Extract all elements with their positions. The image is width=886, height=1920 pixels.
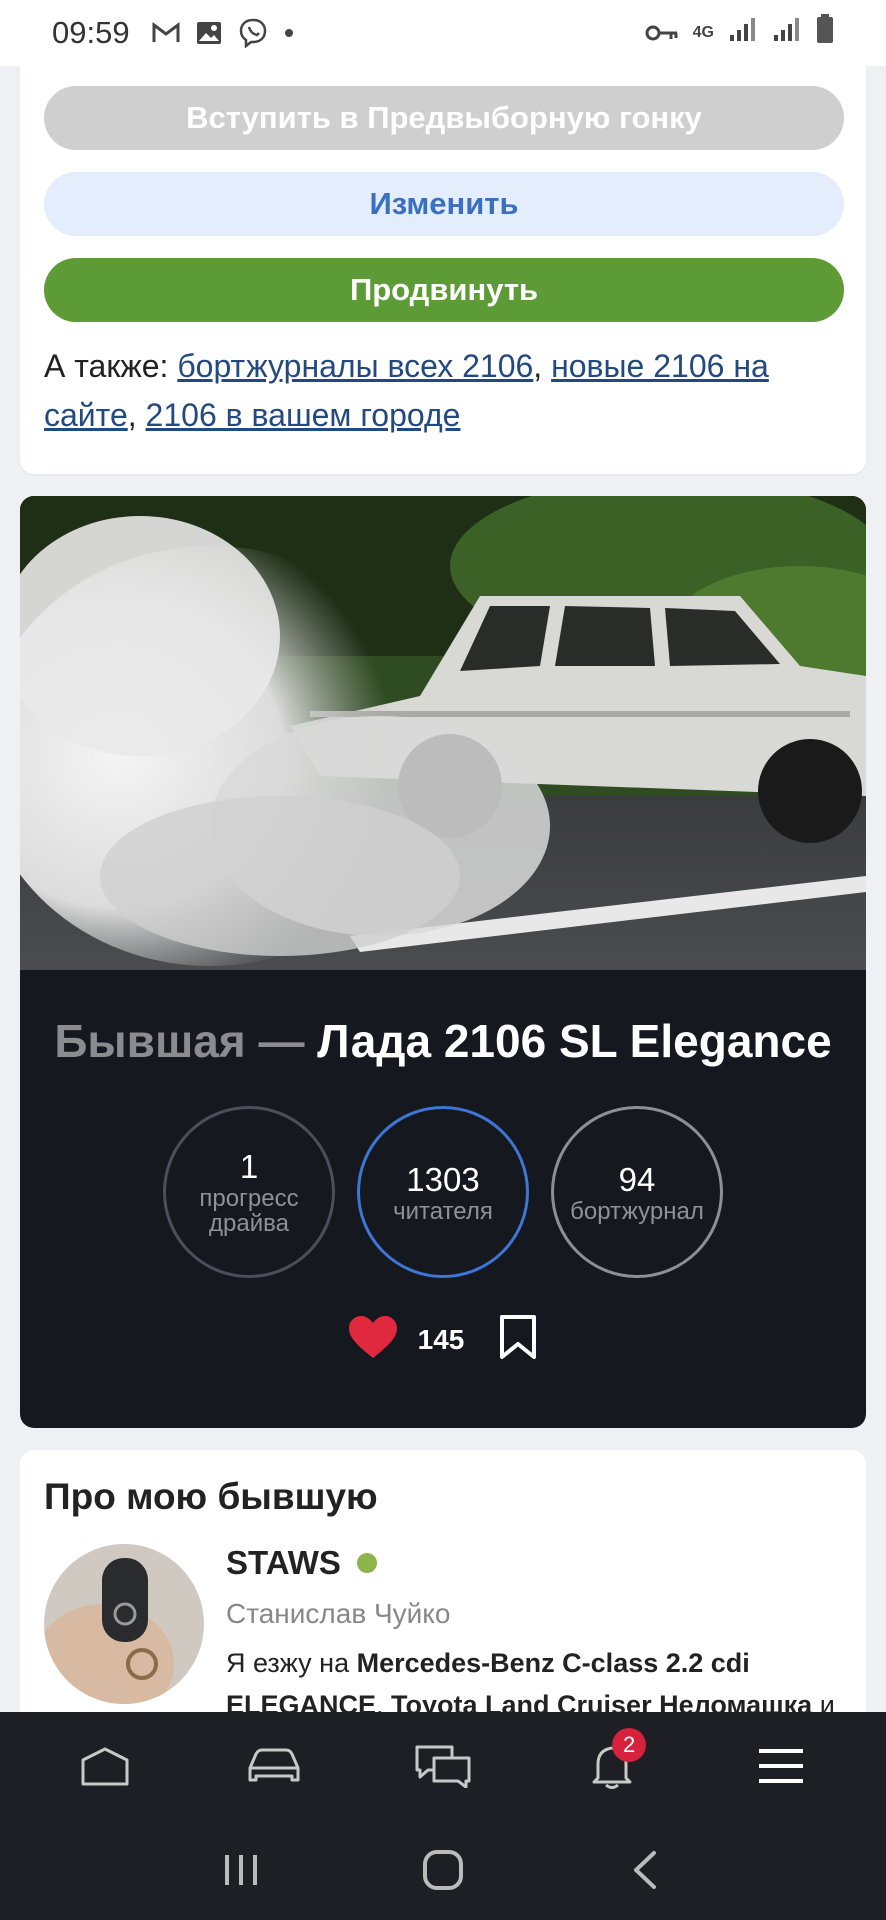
stat-label: прогресс (199, 1185, 299, 1212)
stat-label: бортжурнал (570, 1197, 704, 1225)
gallery-icon (196, 21, 222, 45)
nav-cars[interactable] (224, 1726, 324, 1806)
status-bar: 09:59 4G (0, 0, 886, 66)
car-title-name[interactable]: Лада 2106 SL Elegance (317, 1015, 831, 1067)
signal-icon (728, 15, 758, 51)
chat-icon (415, 1745, 471, 1788)
link-all-2106[interactable]: бортжурналы всех 2106 (177, 348, 533, 384)
nav-notifications[interactable]: 2 (562, 1726, 662, 1806)
promote-button[interactable]: Продвинуть (44, 258, 844, 322)
like-heart-icon[interactable] (348, 1315, 398, 1364)
stat-readers[interactable]: 1303 читателя (357, 1106, 529, 1278)
stat-number: 1303 (406, 1160, 480, 1198)
vpn-key-icon (645, 15, 679, 51)
stat-number: 94 (618, 1160, 656, 1198)
clock: 09:59 (52, 15, 130, 50)
back-arrow-icon (634, 1851, 656, 1889)
actions-card: Вступить в Предвыборную гонку Изменить П… (20, 66, 866, 474)
stat-logbook[interactable]: 94 бортжурнал (551, 1106, 723, 1278)
home-icon (81, 1747, 129, 1786)
also-links: А также: бортжурналы всех 2106, новые 21… (44, 348, 769, 433)
car-card: Бывшая — Лада 2106 SL Elegance 1 прогрес… (20, 496, 866, 1428)
dot-icon (284, 28, 294, 38)
bottom-nav: 2 (0, 1712, 886, 1820)
real-name: Станислав Чуйко (226, 1598, 451, 1629)
home-system-button[interactable] (403, 1835, 483, 1905)
signal-icon-2 (772, 15, 802, 51)
notification-badge: 2 (612, 1728, 647, 1762)
also-prefix: А также: (44, 348, 178, 384)
likes-count: 145 (417, 1323, 465, 1355)
user-name[interactable]: STAWS (226, 1544, 377, 1582)
battery-icon (816, 14, 834, 52)
recent-apps-button[interactable] (201, 1835, 281, 1905)
about-title: Про мою бывшую (44, 1476, 378, 1517)
bookmark-icon[interactable] (498, 1314, 538, 1365)
gmail-icon (152, 22, 180, 44)
stat-number: 1 (239, 1148, 259, 1185)
drives-prefix: Я езжу на (226, 1648, 357, 1678)
reactions: 145 (20, 1314, 866, 1365)
avatar[interactable] (44, 1544, 204, 1704)
online-indicator-icon (356, 1553, 377, 1573)
car-title-prefix: Бывшая — (54, 1015, 318, 1067)
stat-label-2: драйва (209, 1210, 289, 1237)
car-photo[interactable] (20, 496, 866, 970)
username[interactable]: STAWS (226, 1544, 341, 1582)
link-2106-city[interactable]: 2106 в вашем городе (146, 397, 461, 433)
viber-icon (238, 18, 268, 48)
nav-messages[interactable] (393, 1726, 493, 1806)
car-title: Бывшая — Лада 2106 SL Elegance (20, 1014, 866, 1068)
hamburger-menu-icon (759, 1749, 804, 1783)
nav-home[interactable] (55, 1726, 155, 1806)
network-type: 4G (692, 24, 714, 41)
stat-label: читателя (393, 1197, 493, 1225)
system-nav (0, 1820, 886, 1920)
join-race-button[interactable]: Вступить в Предвыборную гонку (44, 86, 844, 150)
edit-button[interactable]: Изменить (44, 172, 844, 236)
about-card: Про мою бывшую STAWS Станислав Чуйко Я е… (20, 1450, 866, 1750)
stat-drive-progress[interactable]: 1 прогресс драйва (163, 1106, 335, 1278)
car-stats: 1 прогресс драйва 1303 читателя 94 бортж… (20, 1106, 866, 1278)
back-button[interactable] (605, 1835, 685, 1905)
nav-menu[interactable] (731, 1726, 831, 1806)
car-icon (248, 1748, 300, 1782)
home-square-icon (423, 1850, 463, 1890)
recent-apps-icon (225, 1855, 257, 1885)
car-photo-image (20, 496, 866, 970)
